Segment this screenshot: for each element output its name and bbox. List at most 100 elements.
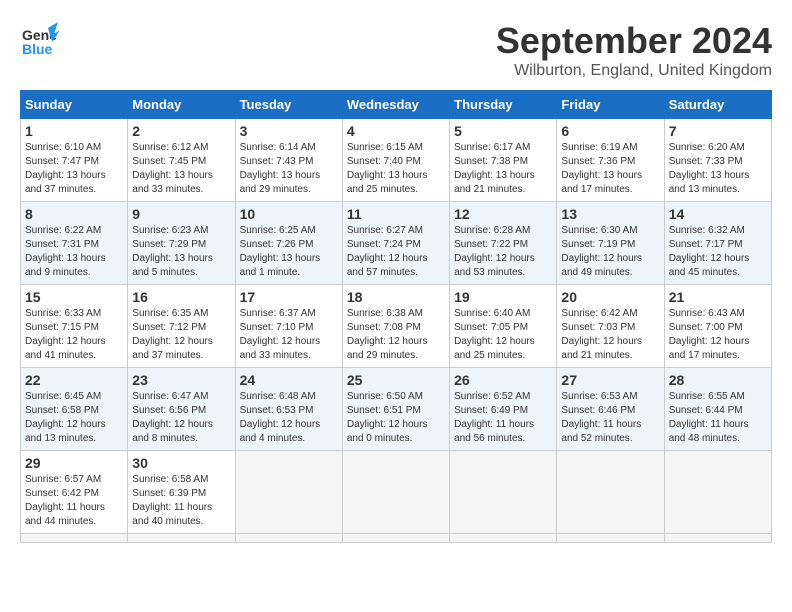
table-row: 6 Sunrise: 6:19 AM Sunset: 7:36 PM Dayli…	[557, 119, 664, 202]
table-row: 2 Sunrise: 6:12 AM Sunset: 7:45 PM Dayli…	[128, 119, 235, 202]
day-info: Sunrise: 6:38 AM Sunset: 7:08 PM Dayligh…	[347, 307, 445, 363]
day-number: 21	[669, 289, 767, 305]
day-number: 18	[347, 289, 445, 305]
day-info: Sunrise: 6:20 AM Sunset: 7:33 PM Dayligh…	[669, 141, 767, 197]
table-row	[450, 534, 557, 543]
day-info: Sunrise: 6:10 AM Sunset: 7:47 PM Dayligh…	[25, 141, 123, 197]
table-row	[235, 451, 342, 534]
table-row: 5 Sunrise: 6:17 AM Sunset: 7:38 PM Dayli…	[450, 119, 557, 202]
table-row: 25 Sunrise: 6:50 AM Sunset: 6:51 PM Dayl…	[342, 368, 449, 451]
day-number: 9	[132, 206, 230, 222]
day-info: Sunrise: 6:45 AM Sunset: 6:58 PM Dayligh…	[25, 390, 123, 446]
day-info: Sunrise: 6:50 AM Sunset: 6:51 PM Dayligh…	[347, 390, 445, 446]
table-row: 20 Sunrise: 6:42 AM Sunset: 7:03 PM Dayl…	[557, 285, 664, 368]
table-row: 29 Sunrise: 6:57 AM Sunset: 6:42 PM Dayl…	[21, 451, 128, 534]
logo: Gene Blue	[20, 20, 56, 56]
day-number: 23	[132, 372, 230, 388]
table-row	[664, 534, 771, 543]
table-row: 22 Sunrise: 6:45 AM Sunset: 6:58 PM Dayl…	[21, 368, 128, 451]
day-info: Sunrise: 6:19 AM Sunset: 7:36 PM Dayligh…	[561, 141, 659, 197]
col-sunday: Sunday	[21, 91, 128, 119]
day-number: 11	[347, 206, 445, 222]
table-row: 10 Sunrise: 6:25 AM Sunset: 7:26 PM Dayl…	[235, 202, 342, 285]
day-info: Sunrise: 6:58 AM Sunset: 6:39 PM Dayligh…	[132, 473, 230, 529]
day-number: 5	[454, 123, 552, 139]
day-number: 12	[454, 206, 552, 222]
table-row: 15 Sunrise: 6:33 AM Sunset: 7:15 PM Dayl…	[21, 285, 128, 368]
day-info: Sunrise: 6:55 AM Sunset: 6:44 PM Dayligh…	[669, 390, 767, 446]
day-info: Sunrise: 6:33 AM Sunset: 7:15 PM Dayligh…	[25, 307, 123, 363]
day-info: Sunrise: 6:42 AM Sunset: 7:03 PM Dayligh…	[561, 307, 659, 363]
col-saturday: Saturday	[664, 91, 771, 119]
day-number: 8	[25, 206, 123, 222]
day-number: 3	[240, 123, 338, 139]
day-number: 26	[454, 372, 552, 388]
table-row	[557, 534, 664, 543]
col-thursday: Thursday	[450, 91, 557, 119]
table-row: 13 Sunrise: 6:30 AM Sunset: 7:19 PM Dayl…	[557, 202, 664, 285]
day-info: Sunrise: 6:27 AM Sunset: 7:24 PM Dayligh…	[347, 224, 445, 280]
table-row: 16 Sunrise: 6:35 AM Sunset: 7:12 PM Dayl…	[128, 285, 235, 368]
day-info: Sunrise: 6:23 AM Sunset: 7:29 PM Dayligh…	[132, 224, 230, 280]
table-row: 21 Sunrise: 6:43 AM Sunset: 7:00 PM Dayl…	[664, 285, 771, 368]
table-row	[664, 451, 771, 534]
table-row	[21, 534, 128, 543]
day-number: 29	[25, 455, 123, 471]
day-info: Sunrise: 6:17 AM Sunset: 7:38 PM Dayligh…	[454, 141, 552, 197]
table-row	[342, 534, 449, 543]
table-row: 8 Sunrise: 6:22 AM Sunset: 7:31 PM Dayli…	[21, 202, 128, 285]
table-row: 1 Sunrise: 6:10 AM Sunset: 7:47 PM Dayli…	[21, 119, 128, 202]
table-row: 30 Sunrise: 6:58 AM Sunset: 6:39 PM Dayl…	[128, 451, 235, 534]
table-row: 12 Sunrise: 6:28 AM Sunset: 7:22 PM Dayl…	[450, 202, 557, 285]
table-row: 4 Sunrise: 6:15 AM Sunset: 7:40 PM Dayli…	[342, 119, 449, 202]
table-row: 27 Sunrise: 6:53 AM Sunset: 6:46 PM Dayl…	[557, 368, 664, 451]
day-info: Sunrise: 6:22 AM Sunset: 7:31 PM Dayligh…	[25, 224, 123, 280]
day-number: 2	[132, 123, 230, 139]
day-number: 28	[669, 372, 767, 388]
day-info: Sunrise: 6:32 AM Sunset: 7:17 PM Dayligh…	[669, 224, 767, 280]
table-row	[235, 534, 342, 543]
table-row	[450, 451, 557, 534]
month-title: September 2024	[496, 20, 772, 62]
table-row: 26 Sunrise: 6:52 AM Sunset: 6:49 PM Dayl…	[450, 368, 557, 451]
day-info: Sunrise: 6:37 AM Sunset: 7:10 PM Dayligh…	[240, 307, 338, 363]
day-info: Sunrise: 6:40 AM Sunset: 7:05 PM Dayligh…	[454, 307, 552, 363]
table-row	[557, 451, 664, 534]
col-wednesday: Wednesday	[342, 91, 449, 119]
day-number: 15	[25, 289, 123, 305]
day-number: 16	[132, 289, 230, 305]
day-number: 1	[25, 123, 123, 139]
day-info: Sunrise: 6:35 AM Sunset: 7:12 PM Dayligh…	[132, 307, 230, 363]
day-info: Sunrise: 6:43 AM Sunset: 7:00 PM Dayligh…	[669, 307, 767, 363]
table-row	[128, 534, 235, 543]
day-info: Sunrise: 6:12 AM Sunset: 7:45 PM Dayligh…	[132, 141, 230, 197]
day-info: Sunrise: 6:57 AM Sunset: 6:42 PM Dayligh…	[25, 473, 123, 529]
svg-text:Blue: Blue	[22, 41, 53, 57]
location-title: Wilburton, England, United Kingdom	[496, 62, 772, 80]
table-row: 23 Sunrise: 6:47 AM Sunset: 6:56 PM Dayl…	[128, 368, 235, 451]
day-info: Sunrise: 6:28 AM Sunset: 7:22 PM Dayligh…	[454, 224, 552, 280]
calendar: Sunday Monday Tuesday Wednesday Thursday…	[20, 90, 772, 543]
day-info: Sunrise: 6:15 AM Sunset: 7:40 PM Dayligh…	[347, 141, 445, 197]
table-row: 9 Sunrise: 6:23 AM Sunset: 7:29 PM Dayli…	[128, 202, 235, 285]
day-number: 20	[561, 289, 659, 305]
table-row: 14 Sunrise: 6:32 AM Sunset: 7:17 PM Dayl…	[664, 202, 771, 285]
day-info: Sunrise: 6:52 AM Sunset: 6:49 PM Dayligh…	[454, 390, 552, 446]
day-number: 10	[240, 206, 338, 222]
day-info: Sunrise: 6:25 AM Sunset: 7:26 PM Dayligh…	[240, 224, 338, 280]
day-number: 27	[561, 372, 659, 388]
day-number: 24	[240, 372, 338, 388]
table-row: 24 Sunrise: 6:48 AM Sunset: 6:53 PM Dayl…	[235, 368, 342, 451]
table-row: 19 Sunrise: 6:40 AM Sunset: 7:05 PM Dayl…	[450, 285, 557, 368]
table-row: 7 Sunrise: 6:20 AM Sunset: 7:33 PM Dayli…	[664, 119, 771, 202]
col-friday: Friday	[557, 91, 664, 119]
day-number: 17	[240, 289, 338, 305]
table-row: 11 Sunrise: 6:27 AM Sunset: 7:24 PM Dayl…	[342, 202, 449, 285]
day-info: Sunrise: 6:48 AM Sunset: 6:53 PM Dayligh…	[240, 390, 338, 446]
day-number: 7	[669, 123, 767, 139]
col-tuesday: Tuesday	[235, 91, 342, 119]
day-info: Sunrise: 6:53 AM Sunset: 6:46 PM Dayligh…	[561, 390, 659, 446]
table-row: 17 Sunrise: 6:37 AM Sunset: 7:10 PM Dayl…	[235, 285, 342, 368]
table-row: 28 Sunrise: 6:55 AM Sunset: 6:44 PM Dayl…	[664, 368, 771, 451]
day-info: Sunrise: 6:14 AM Sunset: 7:43 PM Dayligh…	[240, 141, 338, 197]
